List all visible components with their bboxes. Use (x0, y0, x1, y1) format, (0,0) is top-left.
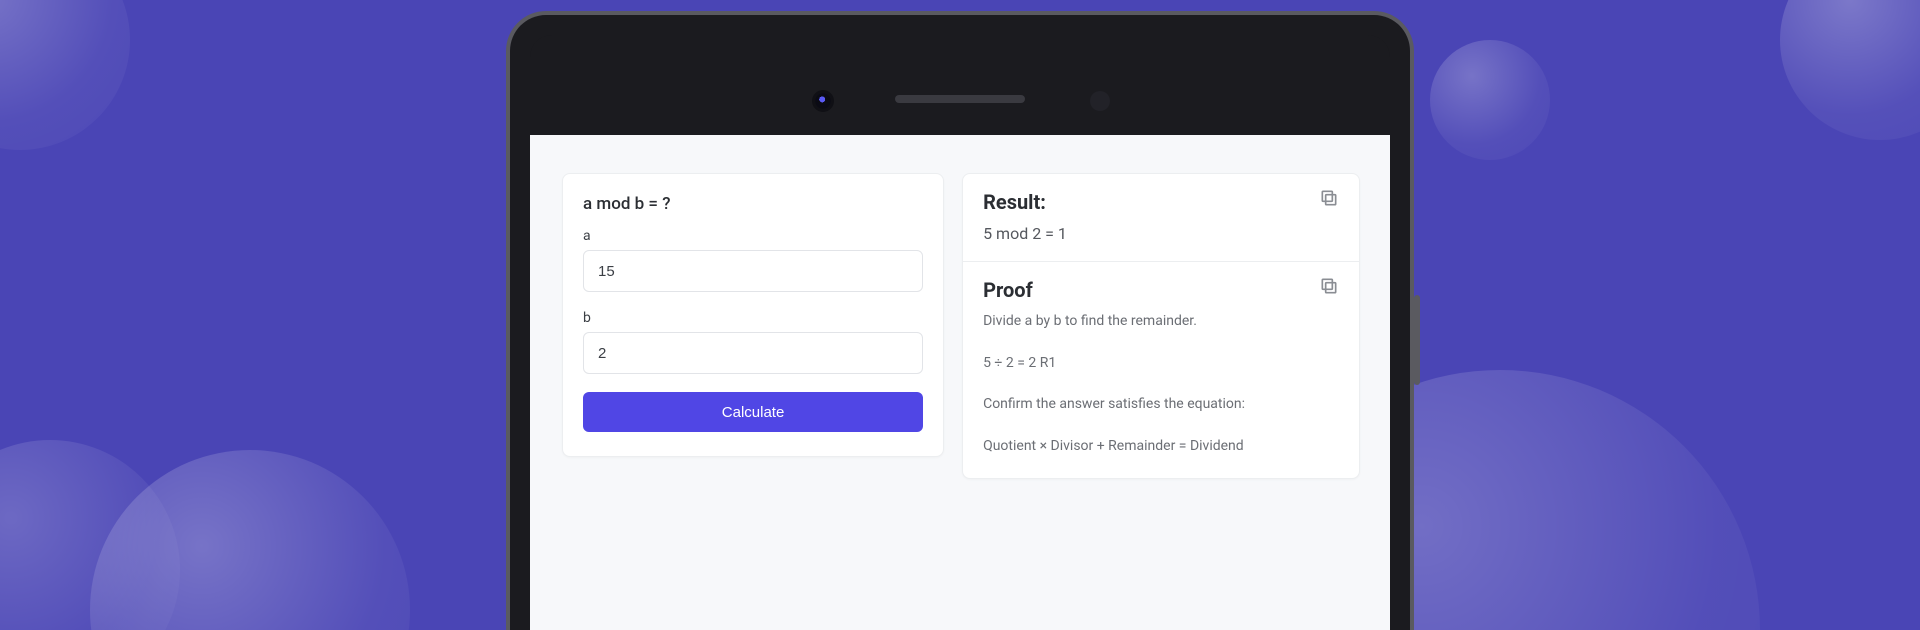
field-label-a: a (583, 228, 923, 244)
background-sphere (0, 0, 130, 150)
input-b[interactable] (583, 332, 923, 374)
tablet-side-button (1414, 295, 1420, 385)
app-screen: a mod b = ? a b Calculate Result: (530, 135, 1390, 630)
proof-title: Proof (983, 278, 1339, 302)
input-card: a mod b = ? a b Calculate (562, 173, 944, 457)
background-sphere (90, 450, 410, 630)
field-label-b: b (583, 310, 923, 326)
background-sphere (1430, 40, 1550, 160)
background-sphere (0, 440, 180, 630)
result-card: Result: 5 mod 2 = 1 Proof Divide a by b … (962, 173, 1360, 479)
copy-proof-button[interactable] (1319, 276, 1343, 300)
proof-line: Quotient × Divisor + Remainder = Dividen… (983, 437, 1339, 457)
calculate-button[interactable]: Calculate (583, 392, 923, 432)
tablet-sensor-icon (1090, 91, 1110, 111)
input-a[interactable] (583, 250, 923, 292)
tablet-frame: a mod b = ? a b Calculate Result: (510, 15, 1410, 630)
proof-section: Proof Divide a by b to find the remainde… (963, 262, 1359, 478)
proof-line: 5 ÷ 2 = 2 R1 (983, 354, 1339, 374)
result-title: Result: (983, 190, 1339, 214)
background-sphere (1780, 0, 1920, 140)
result-text: 5 mod 2 = 1 (983, 224, 1339, 243)
result-section: Result: 5 mod 2 = 1 (963, 174, 1359, 262)
copy-result-button[interactable] (1319, 188, 1343, 212)
formula-label: a mod b = ? (583, 194, 923, 214)
tablet-camera-icon (815, 93, 831, 109)
proof-line: Confirm the answer satisfies the equatio… (983, 395, 1339, 415)
tablet-speaker (895, 95, 1025, 103)
copy-icon (1319, 188, 1339, 208)
proof-line: Divide a by b to find the remainder. (983, 312, 1339, 332)
copy-icon (1319, 276, 1339, 296)
